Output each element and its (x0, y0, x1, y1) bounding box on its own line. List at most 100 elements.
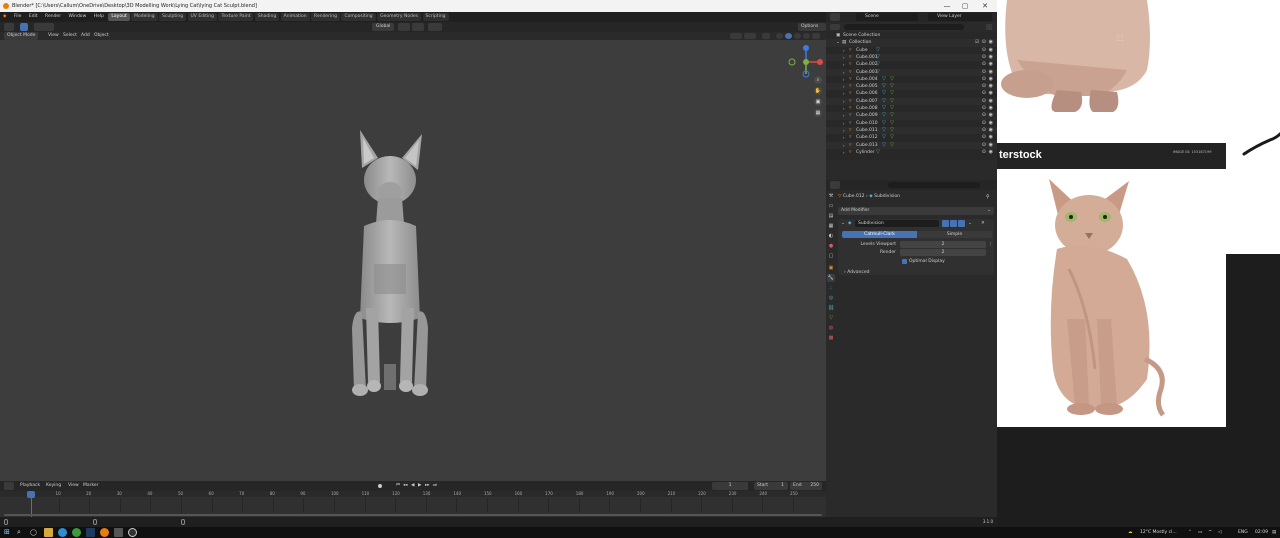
modifier-icon[interactable]: ▽ (876, 69, 880, 76)
data-tab-icon[interactable]: ▽ (827, 314, 835, 322)
xbox-icon[interactable] (72, 528, 81, 537)
mesh-data-icon[interactable]: ▽ (890, 98, 894, 105)
object-expand-icon[interactable]: › (843, 47, 845, 54)
object-mode-dropdown[interactable]: Object Mode (4, 32, 39, 40)
collection-camera-icon[interactable]: ⊙ (982, 39, 986, 46)
tab-shading[interactable]: Shading (254, 13, 280, 21)
modifier-remove-icon[interactable]: ✕ (981, 219, 985, 228)
close-button[interactable]: ✕ (978, 0, 992, 12)
next-keyframe-button[interactable]: ▸▸ (425, 481, 430, 491)
3d-viewport[interactable]: ⌕ ✋ ▣ ▦ (0, 40, 826, 481)
menu-select[interactable]: Select (63, 32, 77, 40)
modifier-icon[interactable]: ▽ (876, 61, 880, 68)
select-box-icon[interactable] (34, 23, 54, 31)
outliner-collection[interactable]: ⌄ ▤ Collection ☑ ⊙ ◉ (826, 39, 997, 47)
menu-keying[interactable]: Keying (46, 481, 61, 491)
shading-wireframe-icon[interactable] (776, 33, 783, 39)
gizmo-toggle-icon[interactable] (744, 33, 756, 39)
outliner-object-row[interactable]: › ▿ Cube.006 ▽ ▽ ⊙ ◉ (826, 90, 997, 97)
modifier-icon[interactable]: ▽ (882, 134, 886, 141)
outliner-object-row[interactable]: › ▿ Cube.001 ▽ ⊙ ◉ (826, 53, 997, 62)
outliner-scene-collection[interactable]: ▣ Scene Collection (826, 32, 997, 39)
outliner-object-row[interactable]: › ▿ Cube.004 ▽ ▽ ⊙ ◉ (826, 76, 997, 83)
modifier-icon[interactable]: ▽ (882, 76, 886, 83)
cat-sculpt-model[interactable] (340, 128, 440, 398)
mesh-data-icon[interactable]: ▽ (890, 90, 894, 97)
modifier-tab-icon[interactable]: 🔧 (827, 274, 835, 282)
tab-sculpting[interactable]: Sculpting (159, 13, 187, 21)
app-taskbar-icon[interactable] (114, 528, 123, 537)
texture-tab-icon[interactable]: ▩ (827, 334, 835, 342)
menu-timeline-view[interactable]: View (68, 481, 79, 491)
object-eye-icon[interactable]: ◉ (989, 76, 993, 83)
add-modifier-dropdown[interactable]: Add Modifier ⌄ (838, 207, 994, 215)
blender-taskbar-icon[interactable] (100, 528, 109, 537)
render-tab-icon[interactable]: ▭ (827, 202, 835, 210)
object-expand-icon[interactable]: › (843, 90, 845, 97)
object-expand-icon[interactable]: › (843, 134, 845, 141)
object-expand-icon[interactable]: › (843, 149, 845, 156)
outliner-object-row[interactable]: › ▿ Cube.013 ▽ ▽ ⊙ ◉ (826, 141, 997, 149)
object-camera-icon[interactable]: ⊙ (982, 61, 986, 68)
outliner-object-row[interactable]: › ▿ Cube.005 ▽ ▽ ⊙ ◉ (826, 83, 997, 91)
axis-navigation-gizmo[interactable] (788, 44, 824, 80)
tab-rendering[interactable]: Rendering (311, 13, 341, 21)
object-camera-icon[interactable]: ⊙ (982, 90, 986, 97)
outliner-object-row[interactable]: › ▿ Cube ▽ ⊙ ◉ (826, 47, 997, 54)
jump-start-button[interactable]: ⏮ (396, 481, 400, 491)
timeline-editor-icon[interactable] (4, 482, 14, 490)
collection-tab-icon[interactable]: ▢ (827, 252, 835, 260)
volume-icon[interactable]: ◁ (1218, 527, 1221, 538)
wifi-icon[interactable]: ⌔ (1208, 527, 1212, 538)
object-camera-icon[interactable]: ⊙ (982, 69, 986, 76)
collection-expand-icon[interactable]: ⌄ (836, 39, 840, 46)
options-dropdown[interactable]: Options ⌄ (798, 23, 826, 37)
outliner-search-input[interactable] (844, 24, 964, 30)
object-expand-icon[interactable]: › (843, 83, 845, 90)
current-frame-field[interactable]: 1 (712, 482, 748, 490)
object-camera-icon[interactable]: ⊙ (982, 142, 986, 149)
object-camera-icon[interactable]: ⊙ (982, 127, 986, 134)
object-expand-icon[interactable]: › (843, 61, 845, 68)
material-tab-icon[interactable]: ◍ (827, 324, 835, 332)
end-frame-field[interactable]: End 250 (790, 482, 822, 490)
tray-chevron-icon[interactable]: ⌃ (1188, 527, 1192, 538)
view-layer-tab-icon[interactable]: ▦ (827, 222, 835, 230)
object-eye-icon[interactable]: ◉ (989, 134, 993, 141)
weather-icon[interactable]: ☁ (1128, 527, 1133, 538)
play-reverse-button[interactable]: ◀ (411, 481, 414, 491)
tab-animation[interactable]: Animation (280, 13, 310, 21)
viewport-visibility-icon[interactable] (730, 33, 742, 39)
object-expand-icon[interactable]: › (843, 76, 845, 83)
modifier-icon[interactable]: ▽ (882, 98, 886, 105)
object-expand-icon[interactable]: › (843, 69, 845, 76)
select-mode-icon[interactable] (20, 23, 28, 31)
start-frame-field[interactable]: Start 1 (754, 482, 788, 490)
minimize-button[interactable]: — (940, 0, 954, 12)
outliner-object-row[interactable]: › ▿ Cube.007 ▽ ▽ ⊙ ◉ (826, 97, 997, 105)
collection-checkbox-icon[interactable]: ☑ (975, 39, 979, 46)
tab-scripting[interactable]: Scripting (422, 13, 449, 21)
world-tab-icon[interactable]: ● (827, 242, 835, 250)
xray-toggle-icon[interactable] (762, 33, 770, 39)
menu-playback[interactable]: Playback (20, 481, 40, 491)
photoshop-icon[interactable] (86, 528, 95, 537)
object-camera-icon[interactable]: ⊙ (982, 112, 986, 119)
perspective-toggle-icon[interactable]: ▦ (814, 109, 822, 117)
file-explorer-icon[interactable] (44, 528, 53, 537)
tab-compositing[interactable]: Compositing (341, 13, 376, 21)
pan-hand-icon[interactable]: ✋ (814, 87, 822, 95)
menu-window[interactable]: Window (66, 12, 90, 22)
tab-texture-paint[interactable]: Texture Paint (218, 13, 254, 21)
menu-render[interactable]: Render (42, 12, 64, 22)
object-camera-icon[interactable]: ⊙ (982, 47, 986, 54)
transform-orientation-dropdown[interactable]: Global (372, 23, 395, 31)
levels-viewport-field[interactable]: 2 (900, 241, 986, 248)
tab-simple[interactable]: Simple (917, 231, 992, 238)
object-eye-icon[interactable]: ◉ (989, 69, 993, 76)
snap-icon[interactable] (412, 23, 424, 31)
object-expand-icon[interactable]: › (843, 54, 845, 61)
outliner-editor-icon[interactable] (830, 13, 840, 21)
edge-icon[interactable] (58, 528, 67, 537)
jump-end-button[interactable]: ⏭ (433, 481, 437, 491)
